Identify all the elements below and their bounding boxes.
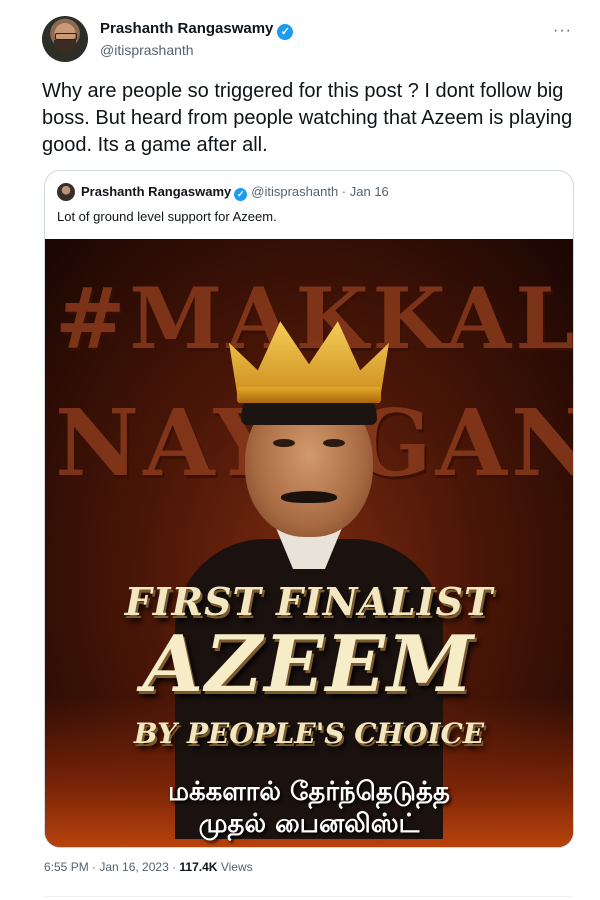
author-block: Prashanth Rangaswamy ✓ @itisprashanth xyxy=(100,20,294,58)
views-label: Views xyxy=(220,860,253,874)
quoted-verified-badge-icon: ✓ xyxy=(234,188,248,201)
poster-figure-eye-left xyxy=(273,439,295,447)
verified-badge-icon: ✓ xyxy=(277,24,294,40)
poster-tamil-line-2: முதல் பைனலிஸ்ட் xyxy=(198,809,420,839)
quoted-handle: @itisprashanth xyxy=(251,184,339,199)
quoted-tweet-header: Prashanth Rangaswamy ✓ @itisprashanth · Ja… xyxy=(57,183,561,203)
poster-title-peoples-choice: BY PEOPLE'S CHOICE xyxy=(133,717,485,750)
quoted-media-image[interactable]: #MAKKAL NAYAGAN FIRST FINALIST AZEEM BY … xyxy=(45,239,573,847)
divider xyxy=(44,896,572,897)
quoted-tweet[interactable]: Prashanth Rangaswamy ✓ @itisprashanth · Ja… xyxy=(44,170,574,848)
poster-tamil-line-1: மக்களால் தேர்ந்தெடுத்த xyxy=(168,777,450,807)
author-display-name[interactable]: Prashanth Rangaswamy xyxy=(100,20,273,37)
poster-bg-hashtag: #MAKKAL xyxy=(55,269,573,368)
author-handle[interactable]: @itisprashanth xyxy=(100,42,293,58)
crown-band xyxy=(237,387,381,403)
quoted-display-name: Prashanth Rangaswamy xyxy=(81,184,232,199)
tweet-timestamp[interactable]: 6:55 PM · Jan 16, 2023 xyxy=(44,860,169,874)
quoted-avatar xyxy=(57,183,75,201)
tweet-text: Why are people so triggered for this pos… xyxy=(42,80,573,156)
meta-separator: · xyxy=(168,860,180,874)
poster-figure-mustache xyxy=(281,491,337,503)
avatar-glasses xyxy=(55,33,77,40)
tweet-header: Prashanth Rangaswamy ✓ @itisprashanth ··· xyxy=(42,16,578,66)
quoted-date: Jan 16 xyxy=(349,184,389,199)
poster-figure-eye-right xyxy=(323,439,345,447)
avatar-beard xyxy=(54,40,76,54)
tweet-meta: 6:55 PM · Jan 16, 2023 · 117.4K Views xyxy=(44,860,253,874)
more-options-icon[interactable]: ··· xyxy=(553,22,572,40)
poster-title-first-finalist: FIRST FINALIST xyxy=(124,579,494,624)
quoted-meta-separator: · xyxy=(338,184,350,199)
quoted-author-line: Prashanth Rangaswamy ✓ @itisprashanth · Ja… xyxy=(81,184,389,201)
poster-title-name: AZEEM xyxy=(142,619,476,710)
avatar[interactable] xyxy=(42,16,88,62)
quoted-tweet-text: Lot of ground level support for Azeem. xyxy=(57,209,277,224)
views-count: 117.4K xyxy=(179,860,218,874)
